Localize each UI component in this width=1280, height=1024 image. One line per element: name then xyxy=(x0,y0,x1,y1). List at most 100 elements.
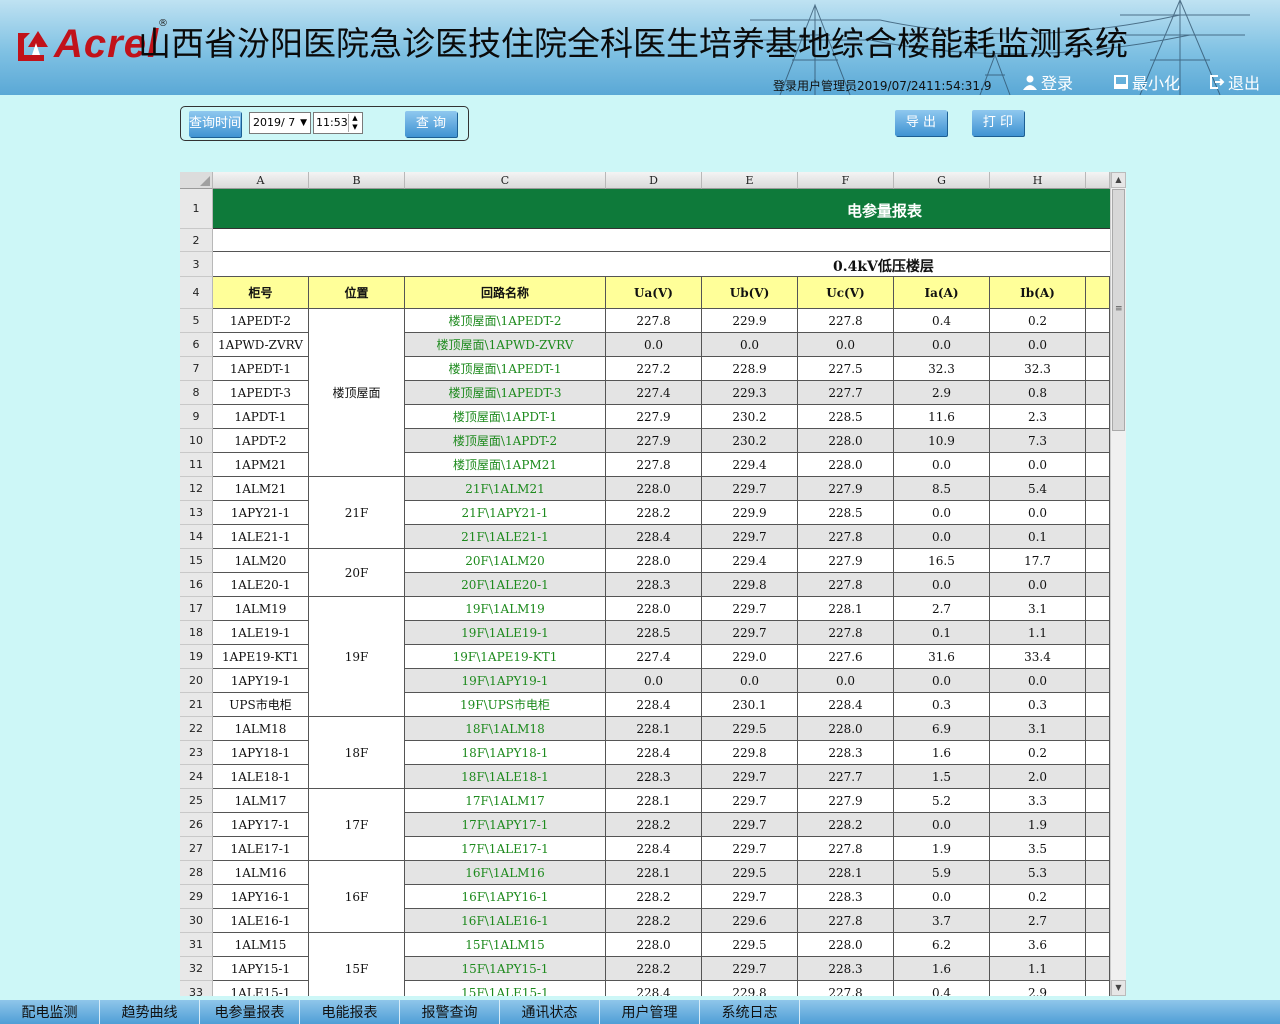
row-header[interactable]: 8 xyxy=(180,381,213,405)
row-header[interactable]: 14 xyxy=(180,525,213,549)
table-cell-cabinet[interactable]: 1ALM16 xyxy=(213,861,309,885)
table-cell-cabinet[interactable]: 1APE19-KT1 xyxy=(213,645,309,669)
column-header-g[interactable]: G xyxy=(894,172,990,189)
table-cell-cabinet[interactable]: 1APM21 xyxy=(213,453,309,477)
spin-down-icon[interactable]: ▼ xyxy=(349,123,361,132)
table-cell-ib[interactable]: 3.6 xyxy=(990,933,1086,957)
table-cell-ia[interactable]: 6.2 xyxy=(894,933,990,957)
table-cell-ub[interactable]: 229.5 xyxy=(702,933,798,957)
table-cell-cabinet[interactable]: 1ALM15 xyxy=(213,933,309,957)
table-cell-ib[interactable]: 3.5 xyxy=(990,837,1086,861)
row-header[interactable]: 9 xyxy=(180,405,213,429)
minimize-button[interactable]: 最小化 xyxy=(1113,70,1180,94)
time-spinner[interactable]: ▲ ▼ xyxy=(348,114,361,132)
table-cell-uc[interactable]: 228.0 xyxy=(798,933,894,957)
table-cell-ib[interactable]: 2.0 xyxy=(990,765,1086,789)
row-header[interactable]: 28 xyxy=(180,861,213,885)
table-cell-ub[interactable]: 229.7 xyxy=(702,621,798,645)
table-cell-circuit[interactable]: 19F\1ALM19 xyxy=(405,597,606,621)
table-cell-ib[interactable]: 3.3 xyxy=(990,789,1086,813)
table-cell-cabinet[interactable]: 1ALM17 xyxy=(213,789,309,813)
table-cell-ub[interactable]: 229.8 xyxy=(702,741,798,765)
row-header[interactable]: 11 xyxy=(180,453,213,477)
table-cell-circuit[interactable]: 19F\1ALE19-1 xyxy=(405,621,606,645)
table-cell-circuit[interactable]: 楼顶屋面\1APWD-ZVRV xyxy=(405,333,606,357)
table-cell-uc[interactable]: 227.9 xyxy=(798,789,894,813)
table-cell-ib[interactable]: 1.1 xyxy=(990,957,1086,981)
column-header-f[interactable]: F xyxy=(798,172,894,189)
table-cell-ub[interactable]: 229.8 xyxy=(702,573,798,597)
row-header[interactable]: 18 xyxy=(180,621,213,645)
table-cell-ub[interactable]: 228.9 xyxy=(702,357,798,381)
table-cell-ua[interactable]: 227.8 xyxy=(606,453,702,477)
table-cell-cabinet[interactable]: 1APY15-1 xyxy=(213,957,309,981)
table-cell-ib[interactable]: 1.1 xyxy=(990,621,1086,645)
table-cell-position[interactable]: 19F xyxy=(309,597,405,717)
table-cell-uc[interactable]: 227.8 xyxy=(798,909,894,933)
row-header[interactable]: 24 xyxy=(180,765,213,789)
table-cell-ua[interactable]: 228.1 xyxy=(606,789,702,813)
table-cell-ub[interactable]: 229.7 xyxy=(702,837,798,861)
table-cell-cabinet[interactable]: 1ALM20 xyxy=(213,549,309,573)
table-cell-circuit[interactable]: 15F\1APY15-1 xyxy=(405,957,606,981)
table-cell-ib[interactable]: 5.3 xyxy=(990,861,1086,885)
vertical-scrollbar[interactable]: ▲ ≡ ▼ xyxy=(1110,172,1126,996)
table-cell-ub[interactable]: 229.7 xyxy=(702,789,798,813)
table-cell-ua[interactable]: 228.2 xyxy=(606,813,702,837)
table-cell-circuit[interactable]: 20F\1ALE20-1 xyxy=(405,573,606,597)
table-cell-uc[interactable]: 227.8 xyxy=(798,573,894,597)
table-cell-circuit[interactable]: 19F\1APY19-1 xyxy=(405,669,606,693)
table-cell-cabinet[interactable]: 1ALE17-1 xyxy=(213,837,309,861)
table-cell-ub[interactable]: 229.6 xyxy=(702,909,798,933)
table-cell-ib[interactable]: 1.9 xyxy=(990,813,1086,837)
table-cell-ia[interactable]: 1.6 xyxy=(894,957,990,981)
row-header[interactable]: 23 xyxy=(180,741,213,765)
table-cell-circuit[interactable]: 17F\1ALE17-1 xyxy=(405,837,606,861)
row-header[interactable]: 27 xyxy=(180,837,213,861)
column-header-h[interactable]: H xyxy=(990,172,1086,189)
table-cell-ub[interactable]: 229.9 xyxy=(702,309,798,333)
table-cell-uc[interactable]: 227.9 xyxy=(798,549,894,573)
table-cell-ub[interactable]: 229.5 xyxy=(702,717,798,741)
table-cell-cabinet[interactable]: 1ALE20-1 xyxy=(213,573,309,597)
table-cell-circuit[interactable]: 15F\1ALM15 xyxy=(405,933,606,957)
table-cell-ia[interactable]: 0.0 xyxy=(894,525,990,549)
table-cell-ua[interactable]: 228.4 xyxy=(606,837,702,861)
table-cell-cabinet[interactable]: 1APEDT-3 xyxy=(213,381,309,405)
table-cell-ua[interactable]: 227.4 xyxy=(606,381,702,405)
table-cell-ia[interactable]: 2.7 xyxy=(894,597,990,621)
nav-item[interactable]: 系统日志 xyxy=(700,1000,800,1024)
table-cell-cabinet[interactable]: 1APDT-1 xyxy=(213,405,309,429)
table-cell-ua[interactable]: 228.0 xyxy=(606,549,702,573)
row-header[interactable]: 7 xyxy=(180,357,213,381)
table-cell-cabinet[interactable]: 1ALM19 xyxy=(213,597,309,621)
row-header[interactable]: 5 xyxy=(180,309,213,333)
table-cell-circuit[interactable]: 17F\1APY17-1 xyxy=(405,813,606,837)
table-cell-ua[interactable]: 227.2 xyxy=(606,357,702,381)
table-cell-ib[interactable]: 0.2 xyxy=(990,885,1086,909)
table-cell-uc[interactable]: 228.0 xyxy=(798,453,894,477)
table-cell-ua[interactable]: 228.4 xyxy=(606,741,702,765)
table-cell-circuit[interactable]: 21F\1ALE21-1 xyxy=(405,525,606,549)
table-cell-ub[interactable]: 229.0 xyxy=(702,645,798,669)
table-cell-ua[interactable]: 227.9 xyxy=(606,405,702,429)
table-cell-ib[interactable]: 2.3 xyxy=(990,405,1086,429)
table-cell-circuit[interactable]: 18F\1ALM18 xyxy=(405,717,606,741)
table-cell-circuit[interactable]: 16F\1APY16-1 xyxy=(405,885,606,909)
date-select[interactable]: 2019/ 7 ▼ xyxy=(249,112,311,134)
table-cell-ua[interactable]: 228.4 xyxy=(606,693,702,717)
table-cell-ua[interactable]: 228.2 xyxy=(606,957,702,981)
table-cell-cabinet[interactable]: 1APY19-1 xyxy=(213,669,309,693)
table-cell-ia[interactable]: 0.0 xyxy=(894,573,990,597)
table-cell-cabinet[interactable]: 1ALE18-1 xyxy=(213,765,309,789)
table-cell-cabinet[interactable]: 1ALE21-1 xyxy=(213,525,309,549)
table-cell-uc[interactable]: 228.4 xyxy=(798,693,894,717)
table-cell-uc[interactable]: 228.0 xyxy=(798,717,894,741)
row-header[interactable]: 12 xyxy=(180,477,213,501)
table-cell-circuit[interactable]: 楼顶屋面\1APEDT-1 xyxy=(405,357,606,381)
row-header[interactable]: 25 xyxy=(180,789,213,813)
nav-item[interactable]: 报警查询 xyxy=(400,1000,500,1024)
table-cell-circuit[interactable]: 16F\1ALM16 xyxy=(405,861,606,885)
table-cell-position[interactable]: 18F xyxy=(309,717,405,789)
table-cell-uc[interactable]: 228.3 xyxy=(798,957,894,981)
